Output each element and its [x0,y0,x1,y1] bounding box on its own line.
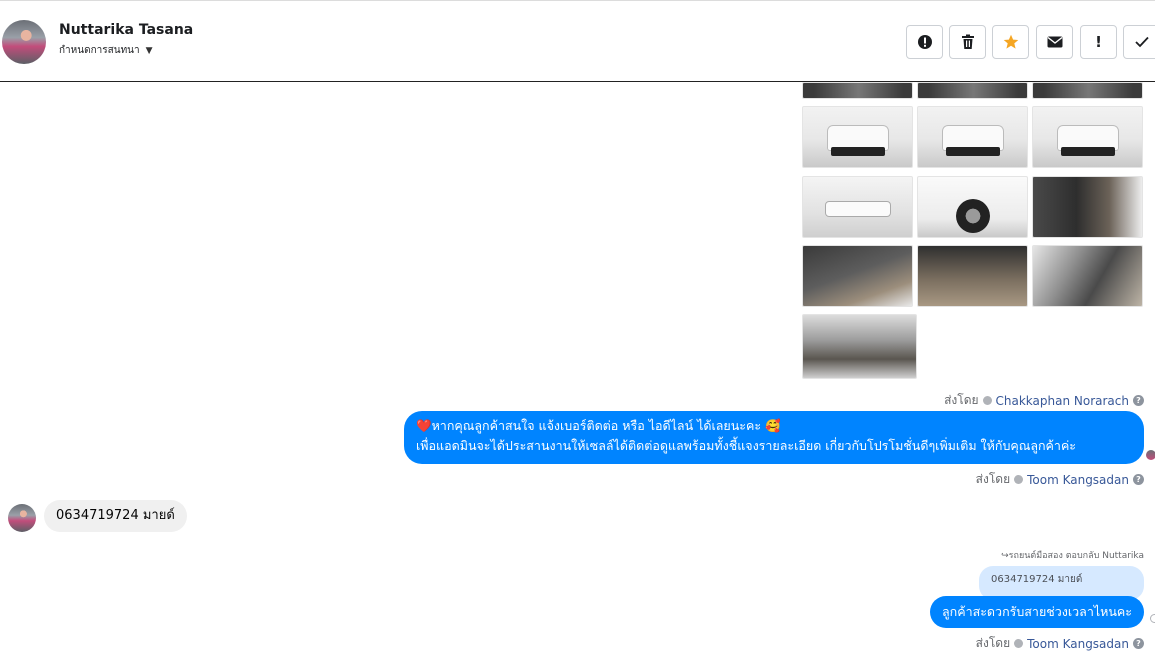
delete-button[interactable] [949,25,986,59]
agent-name[interactable]: Chakkaphan Norarach [996,394,1129,408]
seen-avatar-icon [1146,450,1155,460]
help-icon[interactable]: ? [1133,474,1144,485]
sent-by-line: ส่งโดย Chakkaphan Norarach ? [944,391,1144,410]
reply-header: ↪รถยนต์มือสอง ตอบกลับ Nuttarika [1001,551,1144,561]
agent-name[interactable]: Toom Kangsadan [1027,637,1129,651]
verified-icon [1014,475,1024,484]
conversation-header: Nuttarika Tasana กำหนดการสนทนา ▼ ! [0,0,1155,82]
contact-name[interactable]: Nuttarika Tasana [59,22,193,38]
star-icon [1003,34,1018,49]
sent-status-icon [1150,614,1155,623]
sent-by-label: ส่งโดย [975,636,1011,650]
incoming-message[interactable]: 0634719724 มายด์ [44,500,187,532]
trash-icon [961,34,974,49]
alert-circle-icon [917,35,932,49]
exclamation-icon: ! [1095,33,1102,51]
alert-button[interactable] [906,25,943,59]
quoted-message[interactable]: 0634719724 มายด์ [979,566,1144,600]
conversation-page: Nuttarika Tasana กำหนดการสนทนา ▼ ! ส่งโด… [0,0,1155,669]
outgoing-message[interactable]: ❤️หากคุณลูกค้าสนใจ แจ้งเบอร์ติดต่อ หรือ … [404,411,1144,464]
truck-photo-thumbnail[interactable] [1032,176,1143,238]
truck-photo-thumbnail[interactable] [1032,106,1143,168]
truck-photo-thumbnail[interactable] [1032,245,1143,307]
sent-by-line: ส่งโดย Toom Kangsadan ? [976,634,1144,653]
follow-up-button[interactable]: ! [1080,25,1117,59]
truck-photo-thumbnail[interactable] [802,106,913,168]
agent-name[interactable]: Toom Kangsadan [1027,473,1129,487]
star-button[interactable] [992,25,1029,59]
envelope-icon [1047,36,1062,48]
avatar[interactable] [8,504,36,532]
mark-unread-button[interactable] [1036,25,1073,59]
verified-icon [1014,639,1024,648]
avatar[interactable] [2,20,46,64]
truck-photo-thumbnail[interactable] [917,176,1028,238]
conversation-schedule-dropdown[interactable]: กำหนดการสนทนา ▼ [59,43,153,58]
truck-photo-thumbnail[interactable] [802,245,913,307]
truck-photo-thumbnail[interactable] [917,245,1028,307]
help-icon[interactable]: ? [1133,395,1144,406]
help-icon[interactable]: ? [1133,638,1144,649]
sent-by-label: ส่งโดย [944,393,979,407]
mark-done-button[interactable] [1123,25,1155,59]
outgoing-message[interactable]: ลูกค้าสะดวกรับสายช่วงเวลาไหนคะ [929,596,1144,628]
verified-icon [982,396,992,405]
sent-by-label: ส่งโดย [975,472,1011,486]
message-line: ❤️หากคุณลูกค้าสนใจ แจ้งเบอร์ติดต่อ หรือ … [416,418,781,433]
schedule-label: กำหนดการสนทนา [59,45,140,56]
sent-by-line: ส่งโดย Toom Kangsadan ? [976,470,1144,489]
truck-photo-thumbnail[interactable] [802,176,913,238]
truck-photo-thumbnail[interactable] [802,82,913,99]
message-line: เพื่อแอดมินจะได้ประสานงานให้เซลล์ได้ติดต… [416,438,1077,453]
check-icon [1134,36,1149,48]
truck-photo-thumbnail[interactable] [1032,82,1143,99]
truck-photo-thumbnail[interactable] [802,314,917,379]
truck-photo-thumbnail[interactable] [917,82,1028,99]
truck-photo-thumbnail[interactable] [917,106,1028,168]
caret-down-icon: ▼ [145,45,153,56]
